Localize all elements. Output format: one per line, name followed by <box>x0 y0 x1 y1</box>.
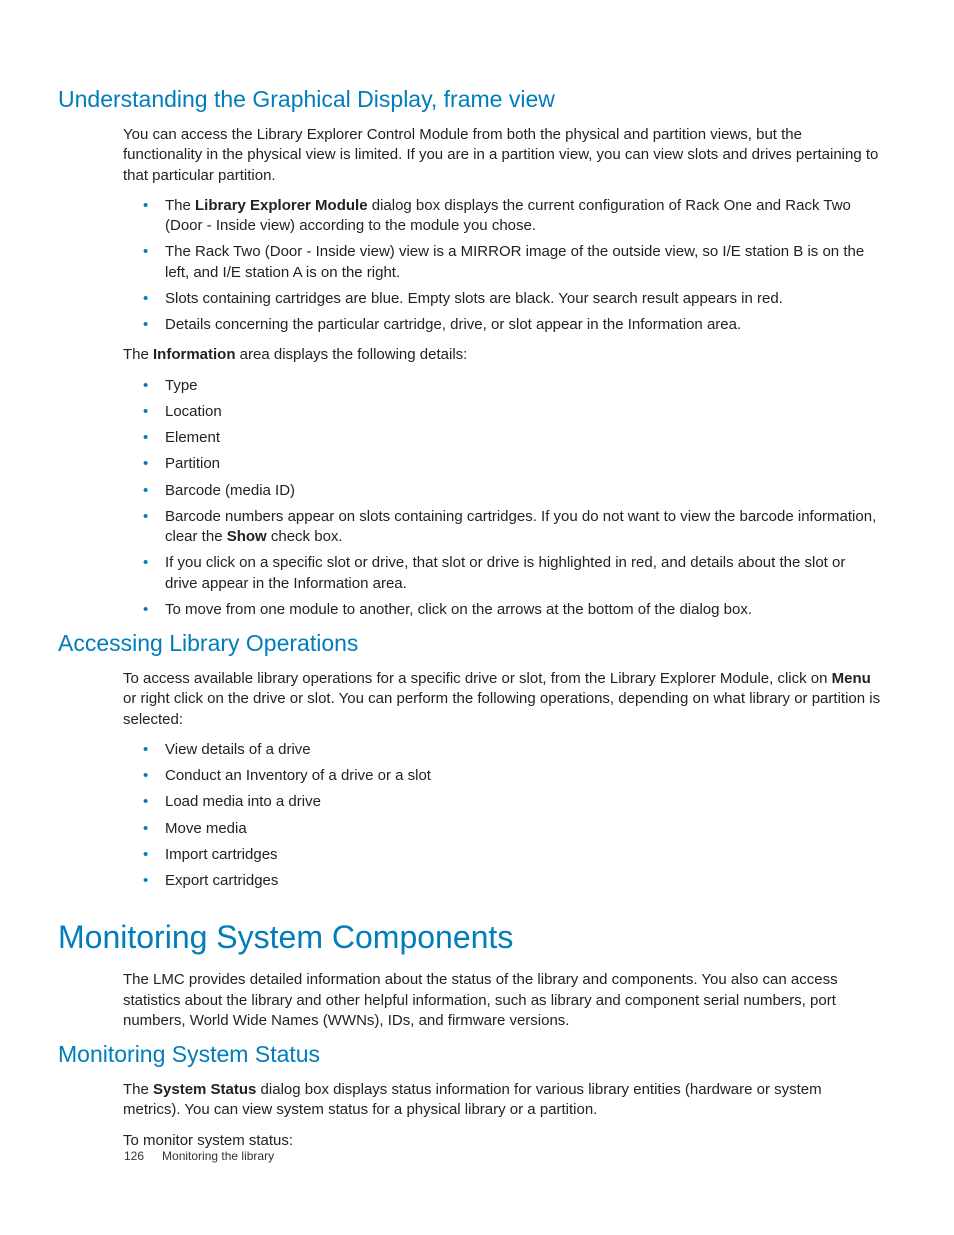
heading-monitoring-system-status: Monitoring System Status <box>58 1041 882 1068</box>
list-item: Barcode (media ID) <box>123 481 882 501</box>
list-item: Barcode numbers appear on slots containi… <box>123 507 882 548</box>
list-item: Load media into a drive <box>123 792 882 812</box>
list-item: Details concerning the particular cartri… <box>123 315 882 335</box>
paragraph: The System Status dialog box displays st… <box>123 1080 882 1121</box>
intro-paragraph: The LMC provides detailed information ab… <box>123 970 882 1031</box>
page-footer: 126 Monitoring the library <box>124 1149 274 1163</box>
list-item: To move from one module to another, clic… <box>123 600 882 620</box>
list-item: Import cartridges <box>123 845 882 865</box>
list-item: Move media <box>123 819 882 839</box>
list-item: The Rack Two (Door - Inside view) view i… <box>123 242 882 283</box>
list-item: View details of a drive <box>123 740 882 760</box>
heading-monitoring-system-components: Monitoring System Components <box>58 919 882 956</box>
bold-term: Information <box>153 346 236 363</box>
paragraph: To monitor system status: <box>123 1131 882 1151</box>
mid-paragraph: The Information area displays the follow… <box>123 345 882 365</box>
page-number: 126 <box>124 1149 144 1163</box>
section-body: You can access the Library Explorer Cont… <box>123 125 882 620</box>
list-item: Location <box>123 402 882 422</box>
list-item: Partition <box>123 454 882 474</box>
bullet-list: View details of a drive Conduct an Inven… <box>123 740 882 892</box>
section-body: The LMC provides detailed information ab… <box>123 970 882 1031</box>
bold-term: Library Explorer Module <box>195 197 368 214</box>
bullet-list: The Library Explorer Module dialog box d… <box>123 196 882 336</box>
bold-term: Show <box>227 528 267 545</box>
list-item: Export cartridges <box>123 871 882 891</box>
bold-term: System Status <box>153 1081 256 1098</box>
document-page: Understanding the Graphical Display, fra… <box>0 0 954 1201</box>
list-item: Slots containing cartridges are blue. Em… <box>123 289 882 309</box>
list-item: Type <box>123 376 882 396</box>
bold-term: Menu <box>832 670 871 687</box>
list-item: If you click on a specific slot or drive… <box>123 553 882 594</box>
heading-accessing-library-ops: Accessing Library Operations <box>58 630 882 657</box>
intro-paragraph: You can access the Library Explorer Cont… <box>123 125 882 186</box>
section-body: The System Status dialog box displays st… <box>123 1080 882 1151</box>
list-item: Conduct an Inventory of a drive or a slo… <box>123 766 882 786</box>
bullet-list: Type Location Element Partition Barcode … <box>123 376 882 621</box>
heading-graphical-display: Understanding the Graphical Display, fra… <box>58 86 882 113</box>
list-item: The Library Explorer Module dialog box d… <box>123 196 882 237</box>
section-body: To access available library operations f… <box>123 669 882 891</box>
intro-paragraph: To access available library operations f… <box>123 669 882 730</box>
list-item: Element <box>123 428 882 448</box>
chapter-name: Monitoring the library <box>162 1149 274 1163</box>
